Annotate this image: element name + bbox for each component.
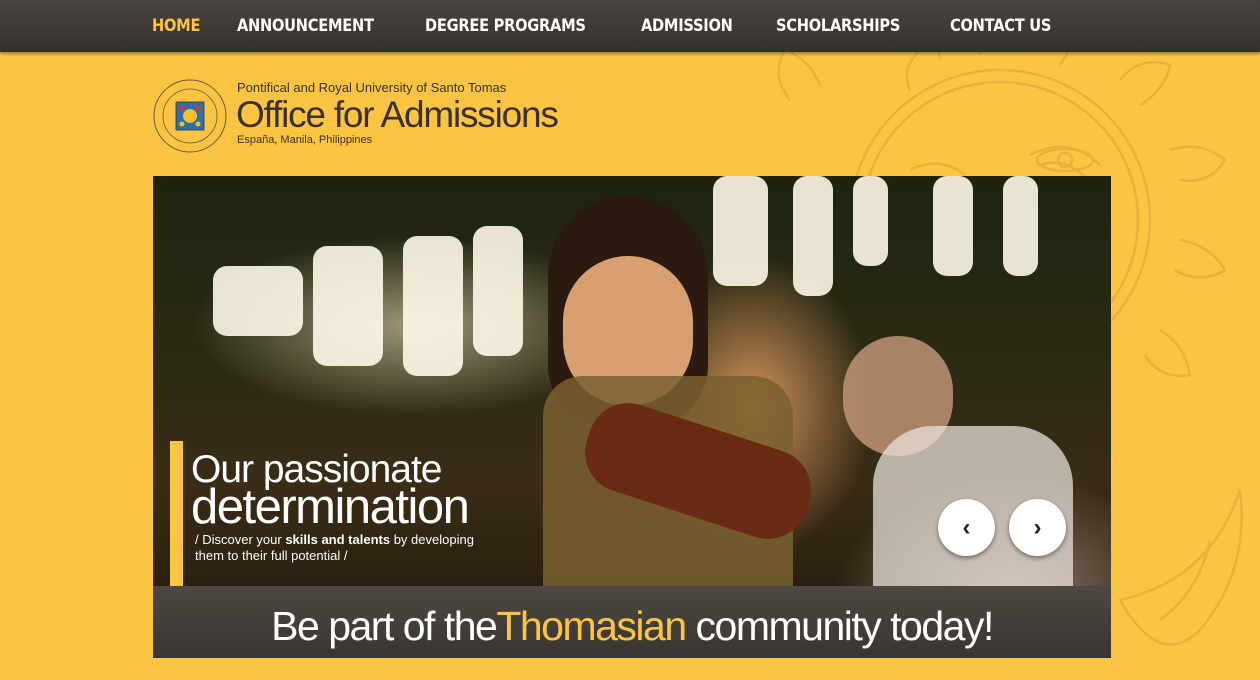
slider-next-button[interactable]: › xyxy=(1009,499,1066,556)
nav-item-degree-programs[interactable]: DEGREE PROGRAMS xyxy=(425,0,586,52)
location-text: España, Manila, Philippines xyxy=(237,134,373,146)
office-title[interactable]: Office for Admissions xyxy=(236,94,559,136)
cta-text: Be part of theThomasian community today! xyxy=(271,603,994,649)
nav-item-admission[interactable]: ADMISSION xyxy=(641,0,733,52)
university-seal-icon[interactable] xyxy=(152,78,228,154)
hero-accent-bar xyxy=(170,441,183,586)
chevron-right-icon: › xyxy=(1033,513,1042,541)
nav-item-home[interactable]: HOME xyxy=(152,0,200,52)
nav-item-contact-us[interactable]: CONTACT US xyxy=(950,0,1051,52)
hero-subtitle: / Discover your skills and talents by de… xyxy=(195,532,474,563)
nav-menu: HOME ANNOUNCEMENT DEGREE PROGRAMS ADMISS… xyxy=(152,0,1096,52)
cta-accent-text: Thomasian xyxy=(496,603,687,649)
nav-item-scholarships[interactable]: SCHOLARSHIPS xyxy=(776,0,900,52)
university-name: Pontifical and Royal University of Santo… xyxy=(237,80,507,95)
slider-prev-button[interactable]: ‹ xyxy=(938,499,995,556)
cta-banner[interactable]: Be part of theThomasian community today! xyxy=(153,586,1111,658)
chevron-left-icon: ‹ xyxy=(962,513,971,541)
nav-item-announcement[interactable]: ANNOUNCEMENT xyxy=(237,0,374,52)
hero-heading-line2: determination xyxy=(191,480,470,534)
hero-slider[interactable]: Our passionate determination / Discover … xyxy=(153,176,1111,586)
top-navigation: HOME ANNOUNCEMENT DEGREE PROGRAMS ADMISS… xyxy=(0,0,1260,52)
